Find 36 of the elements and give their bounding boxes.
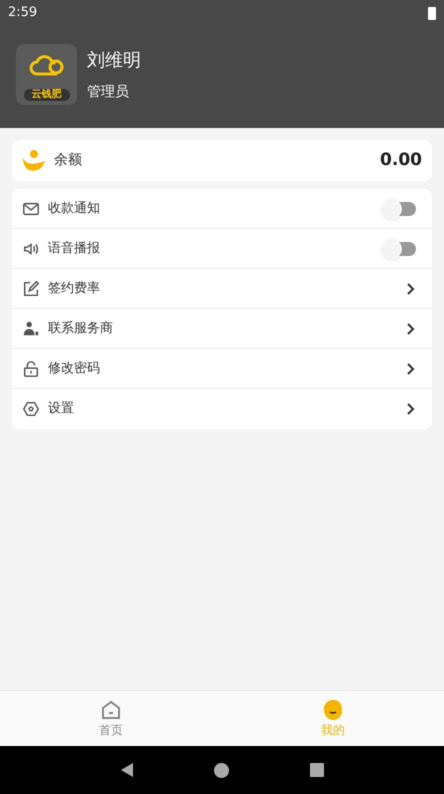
chevron-icon [406,362,416,376]
chevron-icon [406,282,416,296]
toggle-switch[interactable] [382,242,416,256]
user-icon [22,320,40,338]
edit-icon [22,280,40,298]
menu-item[interactable]: 收款通知 [12,189,432,229]
lock-icon [22,360,40,378]
menu-label: 设置 [48,400,74,418]
logo-text: 云钱肥 [24,89,70,101]
status-time: 2:59 [8,4,38,22]
face-icon [322,698,344,720]
settings-icon [22,400,40,418]
menu-item[interactable]: 修改密码 [12,349,432,389]
balance-label: 余额 [54,151,82,170]
menu-item[interactable]: 联系服务商 [12,309,432,349]
user-name: 刘维明 [87,48,141,72]
menu-item[interactable]: 设置 [12,389,432,429]
menu-label: 联系服务商 [48,320,113,338]
back-icon[interactable] [120,762,134,778]
menu-label: 修改密码 [48,360,100,378]
cloud-icon [28,52,64,78]
menu-label: 语音播报 [48,240,100,258]
menu-label: 收款通知 [48,200,100,218]
user-role: 管理员 [87,82,130,102]
toggle-switch[interactable] [382,202,416,216]
home-icon [100,698,122,720]
chevron-icon [406,322,416,336]
home-button-icon[interactable] [214,762,230,778]
menu-item[interactable]: 签约费率 [12,269,432,309]
recents-icon[interactable] [310,763,324,777]
menu-label: 签约费率 [48,280,100,298]
menu-item[interactable]: 语音播报 [12,229,432,269]
battery-icon [428,6,436,20]
chevron-icon [406,402,416,416]
balance-amount: 0.00 [380,148,422,172]
coin-icon [22,150,46,172]
